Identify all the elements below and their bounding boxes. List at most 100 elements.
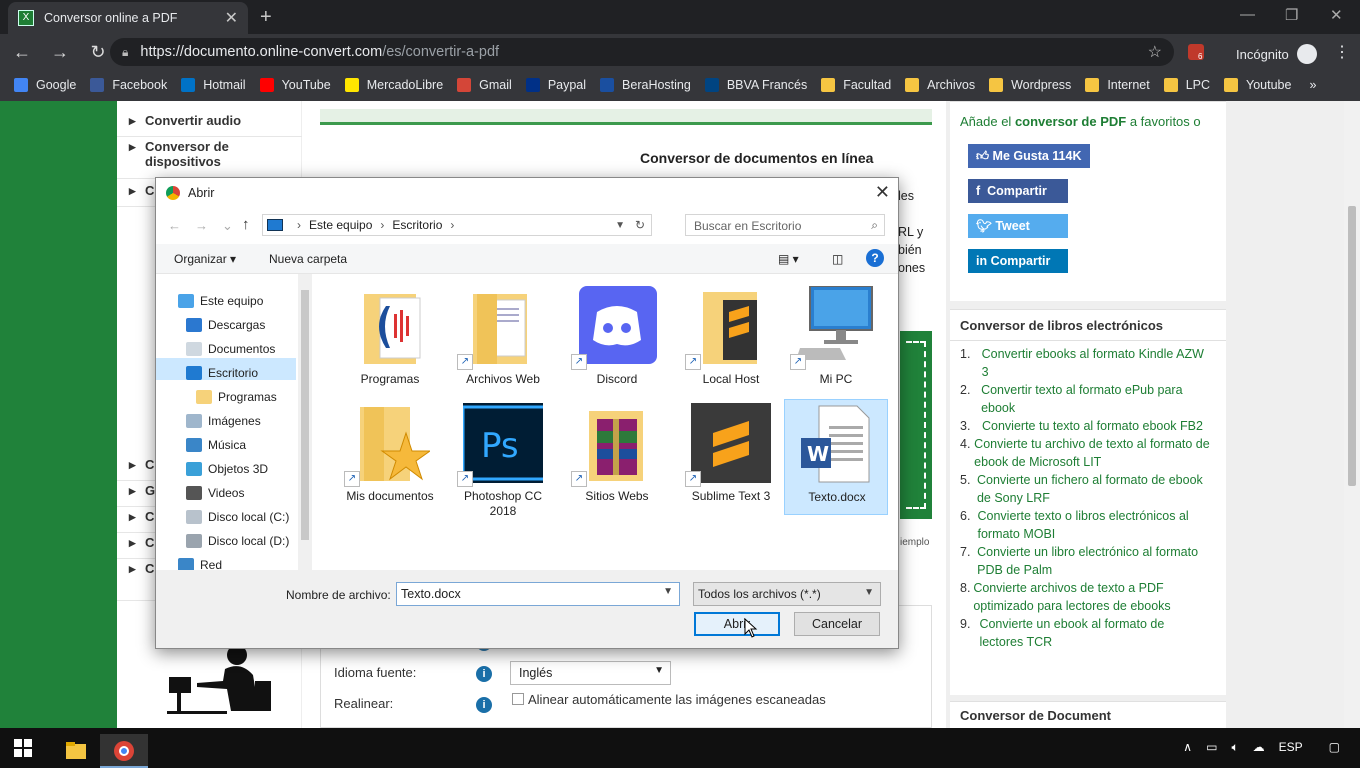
- language-indicator[interactable]: ESP: [1279, 740, 1303, 755]
- facebook-share-button[interactable]: f Compartir: [968, 179, 1068, 203]
- info-icon[interactable]: i: [476, 666, 492, 682]
- nav-convertir-audio[interactable]: Convertir audio: [117, 113, 302, 137]
- forward-icon[interactable]: →: [44, 42, 76, 63]
- bookmark-item[interactable]: Archivos: [905, 78, 975, 92]
- nav-conversor-dispositivos[interactable]: Conversor de dispositivos: [117, 139, 267, 179]
- tree-item[interactable]: Imágenes: [186, 414, 261, 428]
- tree-item[interactable]: Objetos 3D: [186, 462, 268, 476]
- scrollbar-thumb[interactable]: [1348, 206, 1356, 486]
- new-folder-button[interactable]: Nueva carpeta: [269, 252, 347, 266]
- tree-item[interactable]: Descargas: [186, 318, 265, 332]
- up-folder-icon[interactable]: ↑: [242, 216, 250, 233]
- back-forward-icons[interactable]: ←→⌄: [168, 218, 247, 234]
- file-item[interactable]: ↗ Sitios Webs: [565, 399, 669, 515]
- open-button[interactable]: Abrir: [694, 612, 780, 636]
- refresh-icon[interactable]: ↻: [635, 218, 645, 232]
- bookmark-item[interactable]: Facebook: [90, 78, 167, 92]
- bookmark-item[interactable]: BeraHosting: [600, 78, 691, 92]
- page-scrollbar[interactable]: [1344, 101, 1360, 728]
- tree-item[interactable]: Videos: [186, 486, 244, 500]
- tree-item[interactable]: Disco local (C:): [186, 510, 289, 524]
- file-item[interactable]: Programas: [338, 282, 442, 398]
- tree-item[interactable]: Red: [178, 558, 222, 570]
- ebook-link[interactable]: Convierte archivos de texto a PDF optimi…: [973, 579, 1210, 615]
- preview-pane-icon[interactable]: ◫: [832, 252, 843, 266]
- minimize-icon[interactable]: —: [1240, 6, 1255, 23]
- idioma-select[interactable]: Inglés ▼: [510, 661, 671, 685]
- favorites-text-bold[interactable]: conversor de PDF: [1015, 114, 1126, 129]
- browser-tab[interactable]: X Conversor online a PDF ✕: [8, 2, 248, 34]
- bookmark-item[interactable]: Google: [14, 78, 76, 92]
- drop-zone[interactable]: [900, 331, 932, 519]
- filename-input[interactable]: Texto.docx ▼: [396, 582, 680, 606]
- ebook-link[interactable]: Convierte tu archivo de texto al formato…: [974, 435, 1210, 471]
- chevron-down-icon[interactable]: ▼: [615, 220, 625, 231]
- notifications-icon[interactable]: ▢: [1329, 740, 1340, 755]
- network-icon[interactable]: ▭: [1206, 740, 1217, 755]
- search-input[interactable]: Buscar en Escritorio ⌕: [685, 214, 885, 236]
- tree-item[interactable]: Programas: [196, 390, 277, 404]
- facebook-like-button[interactable]: 👍︎ Me Gusta 114K: [968, 144, 1090, 168]
- chevron-right-icon[interactable]: ›: [297, 218, 301, 232]
- bookmark-item[interactable]: Internet: [1085, 78, 1150, 92]
- help-icon[interactable]: ?: [866, 249, 884, 267]
- file-item[interactable]: ↗ Archivos Web: [451, 282, 555, 398]
- bookmark-item[interactable]: Paypal: [525, 78, 586, 92]
- chevron-right-icon[interactable]: ›: [380, 218, 384, 232]
- bookmark-item[interactable]: Facultad: [821, 78, 891, 92]
- tree-item[interactable]: Este equipo: [178, 294, 263, 308]
- window-close-icon[interactable]: ✕: [1330, 6, 1343, 24]
- info-icon[interactable]: i: [476, 697, 492, 713]
- cancel-button[interactable]: Cancelar: [794, 612, 880, 636]
- file-item[interactable]: Ps ↗ Photoshop CC 2018: [451, 399, 555, 518]
- windows-start-icon[interactable]: [14, 739, 32, 757]
- ebook-link[interactable]: Convierte un libro electrónico al format…: [977, 543, 1210, 579]
- breadcrumb-item[interactable]: Este equipo: [309, 218, 372, 232]
- organize-button[interactable]: Organizar ▾: [174, 252, 236, 266]
- bookmark-item[interactable]: Youtube: [1224, 78, 1291, 92]
- file-item[interactable]: ↗ Mi PC: [784, 282, 888, 398]
- volume-icon[interactable]: 🔈︎: [1231, 740, 1238, 755]
- linkedin-share-button[interactable]: in Compartir: [968, 249, 1068, 273]
- bookmark-item[interactable]: YouTube: [259, 78, 331, 92]
- ebook-link[interactable]: Convierte un ebook al formato de lectore…: [979, 615, 1210, 651]
- bookmark-item[interactable]: BBVA Francés: [704, 78, 807, 92]
- navigation-scrollbar[interactable]: [298, 274, 312, 570]
- chrome-taskbar-icon[interactable]: [100, 734, 148, 768]
- dialog-close-icon[interactable]: ✕: [875, 182, 890, 203]
- ebook-link[interactable]: Convertir texto al formato ePub para ebo…: [981, 381, 1210, 417]
- cloud-icon[interactable]: ☁: [1253, 740, 1265, 755]
- breadcrumb-item[interactable]: Escritorio: [392, 218, 442, 232]
- chevron-right-icon[interactable]: ›: [450, 218, 454, 232]
- realinear-checkbox[interactable]: [512, 693, 524, 705]
- bookmark-item[interactable]: Wordpress: [989, 78, 1071, 92]
- filetype-select[interactable]: Todos los archivos (*.*) ▼: [693, 582, 881, 606]
- bookmark-item[interactable]: LPC: [1163, 78, 1210, 92]
- browser-menu-icon[interactable]: ⋮: [1334, 42, 1350, 62]
- bookmark-star-icon[interactable]: ☆: [1148, 42, 1162, 62]
- file-item[interactable]: ↗ Discord: [565, 282, 669, 398]
- new-tab-icon[interactable]: +: [260, 6, 272, 29]
- file-item[interactable]: ↗ Mis documentos: [338, 399, 442, 515]
- file-explorer-icon[interactable]: [52, 734, 100, 768]
- tree-item[interactable]: Disco local (D:): [186, 534, 289, 548]
- ebook-link[interactable]: Convertir ebooks al formato Kindle AZW 3: [982, 345, 1210, 381]
- back-icon[interactable]: ←: [6, 42, 38, 63]
- tree-item[interactable]: Escritorio: [186, 366, 258, 380]
- close-tab-icon[interactable]: ✕: [225, 8, 238, 28]
- ebook-link[interactable]: Convierte texto o libros electrónicos al…: [977, 507, 1210, 543]
- restore-icon[interactable]: ❐: [1285, 6, 1298, 24]
- ebook-link[interactable]: Convierte un fichero al formato de ebook…: [977, 471, 1210, 507]
- tree-item[interactable]: Documentos: [186, 342, 275, 356]
- file-item[interactable]: ↗ Local Host: [679, 282, 783, 398]
- file-item[interactable]: W Texto.docx: [784, 399, 888, 515]
- tree-item[interactable]: Música: [186, 438, 246, 452]
- file-item[interactable]: ↗ Sublime Text 3: [679, 399, 783, 515]
- view-options-icon[interactable]: ▤ ▾: [778, 252, 799, 266]
- chevron-down-icon[interactable]: ▼: [663, 586, 673, 597]
- bookmark-item[interactable]: Hotmail: [181, 78, 246, 92]
- breadcrumb[interactable]: › Este equipo › Escritorio › ▼ ↻: [262, 214, 652, 236]
- address-bar[interactable]: 🔒︎ https://documento.online-convert.com …: [110, 38, 1174, 66]
- tweet-button[interactable]: 🐦︎ Tweet: [968, 214, 1068, 238]
- extension-icon[interactable]: 6: [1188, 44, 1204, 61]
